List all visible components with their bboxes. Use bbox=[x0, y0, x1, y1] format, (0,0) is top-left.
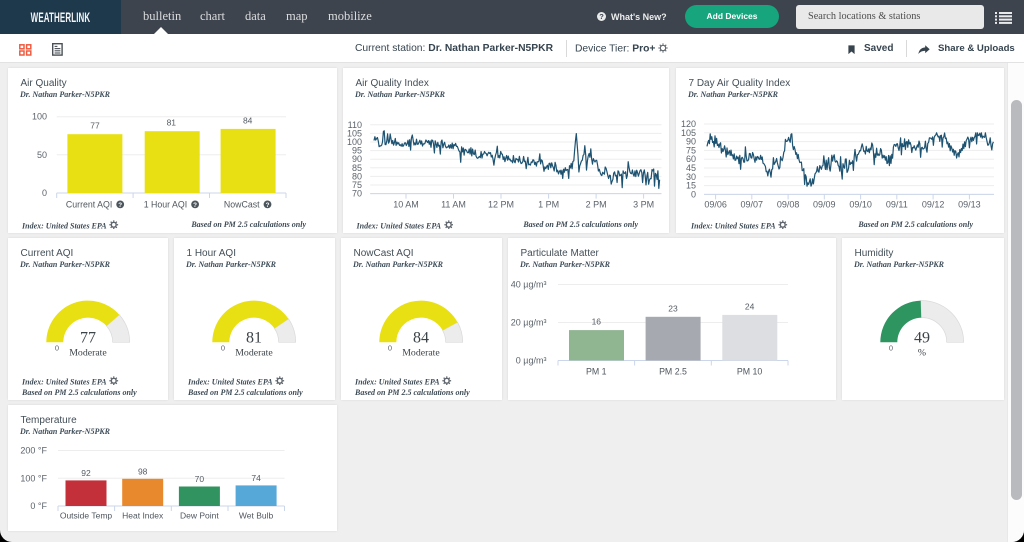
svg-text:0: 0 bbox=[55, 344, 59, 353]
svg-text:70: 70 bbox=[352, 189, 362, 199]
svg-text:?: ? bbox=[118, 202, 122, 209]
svg-text:NowCast: NowCast bbox=[224, 200, 260, 210]
svg-text:1 Hour AQI: 1 Hour AQI bbox=[144, 200, 188, 210]
svg-text:12 PM: 12 PM bbox=[488, 200, 514, 210]
svg-text:Moderate: Moderate bbox=[69, 348, 107, 359]
svg-text:09/08: 09/08 bbox=[777, 200, 800, 210]
svg-text:09/09: 09/09 bbox=[813, 200, 836, 210]
svg-text:0: 0 bbox=[42, 188, 47, 198]
svg-text:1 PM: 1 PM bbox=[538, 200, 559, 210]
svg-text:Dew Point: Dew Point bbox=[180, 511, 219, 521]
svg-text:0: 0 bbox=[221, 344, 225, 353]
svg-text:23: 23 bbox=[668, 303, 678, 313]
svg-text:Heat Index: Heat Index bbox=[122, 511, 164, 521]
svg-text:PM 1: PM 1 bbox=[586, 367, 607, 377]
svg-text:0 °F: 0 °F bbox=[30, 501, 47, 511]
svg-text:200 °F: 200 °F bbox=[20, 446, 47, 456]
svg-text:70: 70 bbox=[195, 474, 205, 484]
svg-text:49: 49 bbox=[914, 330, 930, 347]
svg-text:Current AQI: Current AQI bbox=[66, 200, 112, 210]
svg-text:81: 81 bbox=[246, 330, 262, 347]
svg-text:98: 98 bbox=[138, 466, 148, 476]
svg-text:20 µg/m³: 20 µg/m³ bbox=[511, 318, 547, 328]
svg-text:50: 50 bbox=[37, 150, 47, 160]
svg-text:77: 77 bbox=[80, 330, 96, 347]
svg-text:40 µg/m³: 40 µg/m³ bbox=[511, 280, 547, 290]
svg-text:PM 10: PM 10 bbox=[737, 367, 763, 377]
svg-text:PM 2.5: PM 2.5 bbox=[659, 367, 687, 377]
svg-text:Moderate: Moderate bbox=[235, 348, 273, 359]
svg-text:09/12: 09/12 bbox=[922, 200, 945, 210]
svg-text:%: % bbox=[918, 348, 926, 359]
svg-text:77: 77 bbox=[90, 121, 100, 131]
svg-text:0: 0 bbox=[388, 344, 392, 353]
svg-text:09/10: 09/10 bbox=[849, 200, 872, 210]
svg-text:Moderate: Moderate bbox=[402, 348, 440, 359]
svg-text:0 µg/m³: 0 µg/m³ bbox=[516, 356, 547, 366]
svg-text:84: 84 bbox=[413, 330, 429, 347]
svg-text:100 °F: 100 °F bbox=[20, 473, 47, 483]
svg-text:84: 84 bbox=[243, 115, 253, 125]
svg-text:?: ? bbox=[193, 202, 197, 209]
svg-text:11 AM: 11 AM bbox=[441, 200, 466, 210]
svg-text:92: 92 bbox=[81, 468, 91, 478]
svg-text:100: 100 bbox=[32, 112, 47, 122]
svg-text:09/11: 09/11 bbox=[886, 200, 908, 210]
svg-text:Wet Bulb: Wet Bulb bbox=[239, 511, 274, 521]
svg-text:24: 24 bbox=[745, 301, 755, 311]
svg-text:0: 0 bbox=[691, 189, 696, 199]
svg-text:81: 81 bbox=[167, 118, 177, 128]
svg-text:74: 74 bbox=[251, 473, 261, 483]
svg-text:10 AM: 10 AM bbox=[393, 200, 419, 210]
svg-text:09/13: 09/13 bbox=[958, 200, 981, 210]
svg-text:09/07: 09/07 bbox=[741, 200, 764, 210]
svg-text:3 PM: 3 PM bbox=[633, 200, 654, 210]
svg-text:16: 16 bbox=[592, 317, 602, 327]
svg-text:09/06: 09/06 bbox=[704, 200, 727, 210]
svg-text:0: 0 bbox=[889, 344, 893, 353]
svg-text:?: ? bbox=[266, 202, 270, 209]
svg-text:2 PM: 2 PM bbox=[586, 200, 607, 210]
svg-text:Outside Temp: Outside Temp bbox=[60, 511, 113, 521]
